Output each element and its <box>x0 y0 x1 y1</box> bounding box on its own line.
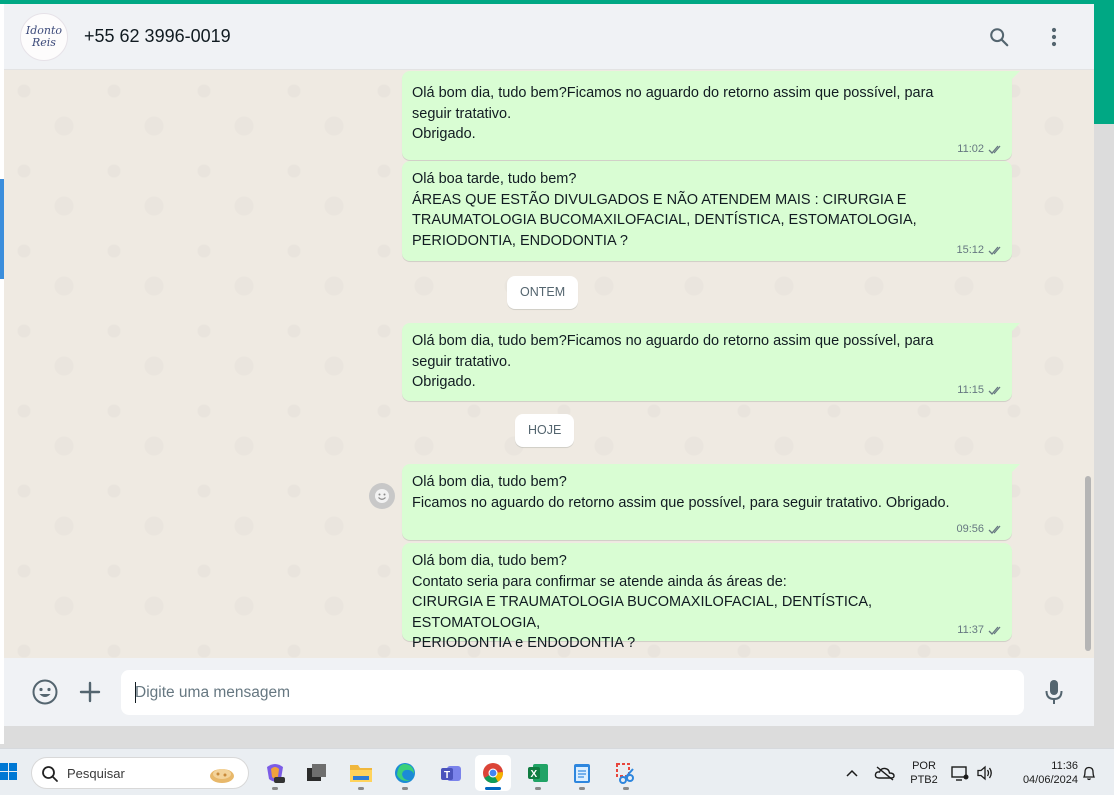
edge-icon[interactable] <box>387 755 423 791</box>
search-icon[interactable] <box>984 22 1014 52</box>
avatar-logo-text: Idonto Reis <box>25 24 63 49</box>
message-bubble-outgoing[interactable]: Olá bom dia, tudo bem? Ficamos no aguard… <box>402 464 1020 540</box>
message-input[interactable] <box>121 670 1024 715</box>
language-code: POR <box>912 760 936 772</box>
chrome-icon[interactable] <box>475 755 511 791</box>
double-check-icon <box>988 386 1001 395</box>
message-time: 11:15 <box>957 384 984 396</box>
teams-icon[interactable]: T <box>433 755 469 791</box>
notepad-icon[interactable] <box>564 755 600 791</box>
message-time: 15:12 <box>956 244 984 256</box>
search-highlight-icon <box>210 769 234 783</box>
snipping-tool-icon[interactable] <box>608 755 644 791</box>
file-explorer-icon[interactable] <box>343 755 379 791</box>
speaker-icon[interactable] <box>974 749 996 795</box>
message-meta: 09:56 <box>956 523 1004 535</box>
windows-start-icon[interactable] <box>0 761 18 783</box>
network-icon[interactable] <box>950 749 970 795</box>
notification-bell-icon[interactable] <box>1080 749 1098 795</box>
message-composer <box>4 658 1094 726</box>
text-caret <box>135 682 136 703</box>
message-text: Olá bom dia, tudo bem? Ficamos no aguard… <box>412 474 950 511</box>
message-time: 11:02 <box>957 143 984 155</box>
message-time: 11:37 <box>957 624 984 636</box>
keyboard-language-indicator[interactable]: POR PTB2 <box>904 759 944 787</box>
double-check-icon <box>988 145 1001 154</box>
double-check-icon <box>988 525 1001 534</box>
message-meta: 15:12 <box>956 244 1004 256</box>
smiley-icon <box>375 489 389 503</box>
chat-header: Idonto Reis +55 62 3996-0019 <box>4 4 1094 70</box>
double-check-icon <box>988 246 1001 255</box>
kebab-menu-icon[interactable] <box>1039 22 1069 52</box>
plus-icon[interactable] <box>74 676 106 708</box>
chevron-up-icon[interactable] <box>842 749 862 795</box>
date-divider-today: HOJE <box>515 414 575 447</box>
contact-avatar[interactable]: Idonto Reis <box>20 13 68 61</box>
system-clock[interactable]: 11:36 04/06/2024 <box>1004 759 1078 787</box>
windows-taskbar: Pesquisar T X POR PTB2 11:36 04/06/2024 <box>0 748 1114 795</box>
onedrive-offline-icon[interactable] <box>872 749 898 795</box>
search-icon <box>42 766 58 782</box>
clock-date: 04/06/2024 <box>1022 774 1078 786</box>
message-text: Olá bom dia, tudo bem?Ficamos no aguardo… <box>412 85 934 142</box>
message-text: Olá bom dia, tudo bem? Contato seria par… <box>412 553 873 651</box>
message-meta: 11:37 <box>957 624 1004 636</box>
message-text: Olá boa tarde, tudo bem? ÁREAS QUE ESTÃO… <box>412 171 917 249</box>
task-view-icon[interactable] <box>299 755 335 791</box>
date-divider-yesterday: ONTEM <box>507 276 579 309</box>
copilot-icon[interactable] <box>257 755 293 791</box>
message-meta: 11:02 <box>957 143 1004 155</box>
background-window-edge-right <box>1094 4 1114 124</box>
message-time: 09:56 <box>956 523 984 535</box>
message-bubble-outgoing[interactable]: Olá boa tarde, tudo bem? ÁREAS QUE ESTÃO… <box>402 161 1012 261</box>
message-text: Olá bom dia, tudo bem?Ficamos no aguardo… <box>412 333 934 390</box>
message-bubble-outgoing[interactable]: Olá bom dia, tudo bem?Ficamos no aguardo… <box>402 71 1020 160</box>
message-bubble-outgoing[interactable]: Olá bom dia, tudo bem? Contato seria par… <box>402 543 1012 651</box>
svg-text:T: T <box>444 770 450 781</box>
reaction-emoji-button[interactable] <box>369 483 395 509</box>
double-check-icon <box>988 626 1001 635</box>
message-meta: 11:15 <box>957 384 1004 396</box>
message-list[interactable]: Olá bom dia, tudo bem?Ficamos no aguardo… <box>4 71 1094 658</box>
svg-text:X: X <box>531 769 538 780</box>
taskbar-search[interactable]: Pesquisar <box>31 757 249 789</box>
excel-icon[interactable]: X <box>520 755 556 791</box>
search-placeholder: Pesquisar <box>67 766 125 781</box>
whatsapp-window: Idonto Reis +55 62 3996-0019 Olá bom dia… <box>4 4 1094 726</box>
microphone-icon[interactable] <box>1038 676 1070 708</box>
clock-time: 11:36 <box>1051 760 1078 772</box>
message-bubble-outgoing[interactable]: Olá bom dia, tudo bem?Ficamos no aguardo… <box>402 323 1020 401</box>
contact-name[interactable]: +55 62 3996-0019 <box>84 26 231 47</box>
desktop-area <box>1094 124 1114 744</box>
keyboard-layout: PTB2 <box>910 774 938 786</box>
emoji-icon[interactable] <box>29 676 61 708</box>
chat-scrollbar-thumb[interactable] <box>1085 476 1091 651</box>
